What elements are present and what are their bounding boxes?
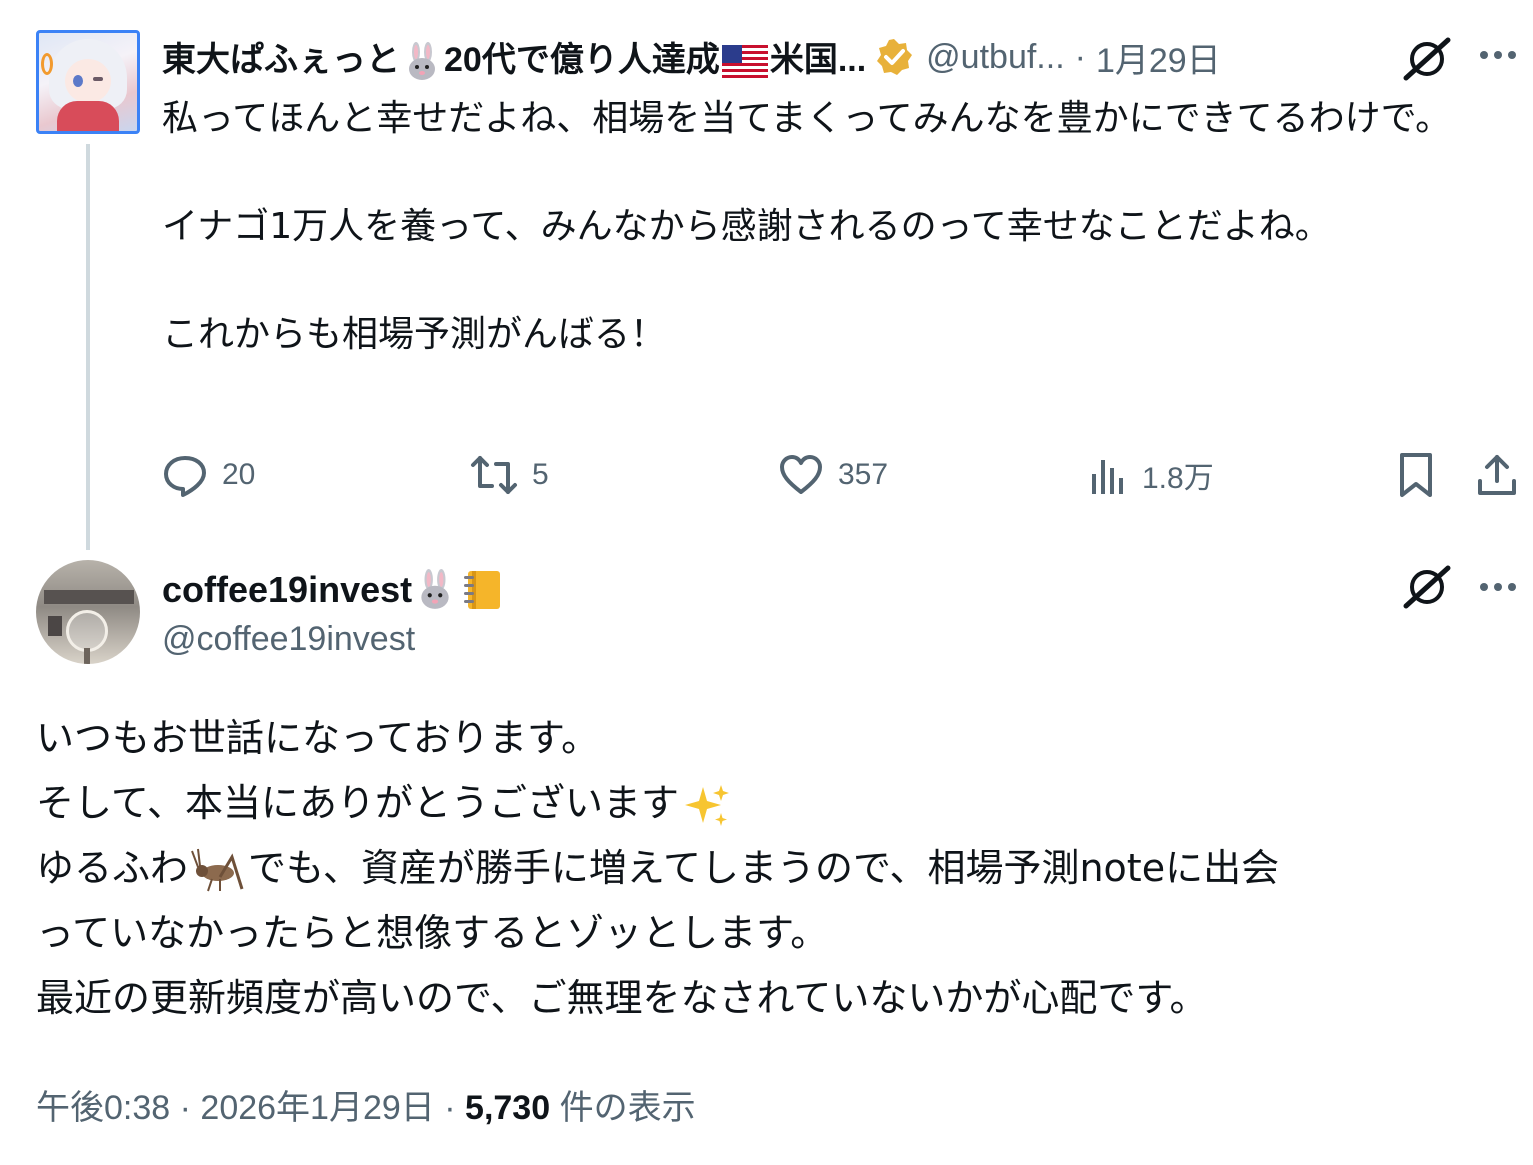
parent-name-part: 20代で億り人達成 <box>444 41 720 79</box>
us-flag-icon <box>721 45 768 80</box>
reply-line-text: そして、本当にありがとうございます <box>36 781 679 825</box>
cricket-icon <box>191 848 244 891</box>
reply-line: いつもお世話になっております。 <box>36 716 600 760</box>
rabbit-face-icon <box>409 42 435 81</box>
like-icon <box>780 455 822 494</box>
repost-icon <box>471 456 517 494</box>
meta-separator: · <box>444 1089 456 1127</box>
rabbit-face-icon <box>421 569 449 609</box>
reply-line: 最近の更新頻度が高いので、ご無理をなされていないかが心配です。 <box>36 976 1208 1020</box>
parent-paragraph <box>162 254 1512 308</box>
reply-line-text: でも、資産が勝手に増えてしまうので、相場予測noteに出会 <box>248 846 1280 890</box>
verified-badge-icon <box>874 37 914 77</box>
thread-line <box>86 144 90 550</box>
parent-name-part: 東大ぱふぇっと <box>162 41 400 79</box>
reply-tweet-text: いつもお世話になっております。 そして、本当にありがとうございます ゆるふわ でも… <box>36 706 1506 1031</box>
parent-paragraph: イナゴ1万人を養って、みんなから感謝されるのって幸せなことだよね。 <box>162 206 1331 247</box>
views-button[interactable]: 1.8万 <box>1088 448 1214 502</box>
parent-separator: · <box>1074 37 1086 76</box>
reply-date[interactable]: 2026年1月29日 <box>200 1089 434 1127</box>
reply-handle[interactable]: @coffee19invest <box>162 620 415 659</box>
like-count: 357 <box>838 458 889 491</box>
parent-paragraph <box>162 146 1512 200</box>
reply-views-label: 件の表示 <box>559 1089 696 1127</box>
reply-line: そして、本当にありがとうございます <box>36 771 1506 836</box>
parent-tweet-text: 私ってほんと幸せだよね、相場を当てまくってみんなを豊かにできてるわけで。 イナゴ… <box>162 92 1512 362</box>
reply-views-count: 5,730 <box>465 1089 551 1127</box>
grok-icon[interactable] <box>1402 36 1452 86</box>
sparkles-icon <box>684 784 729 826</box>
grok-icon[interactable] <box>1402 564 1452 614</box>
notebook-icon <box>464 571 501 609</box>
more-icon[interactable] <box>1476 572 1520 606</box>
meta-separator: · <box>179 1089 191 1127</box>
bookmark-button[interactable] <box>1396 448 1436 502</box>
parent-display-name[interactable]: 東大ぱふぇっと 20代で億り人達成 米国... <box>162 32 866 82</box>
share-icon <box>1478 455 1516 495</box>
reply-button[interactable]: 20 <box>162 448 255 502</box>
repost-button[interactable]: 5 <box>470 448 549 502</box>
views-icon <box>1092 460 1123 494</box>
reply-time[interactable]: 午後0:38 <box>36 1089 170 1127</box>
reply-line: ゆるふわ でも、資産が勝手に増えてしまうので、相場予測noteに出会 <box>36 836 1506 901</box>
more-icon[interactable] <box>1476 40 1520 74</box>
reply-meta: 午後0:38 · 2026年1月29日 · 5,730 件の表示 <box>36 1080 696 1129</box>
reply-line-text: ゆるふわ <box>36 846 189 890</box>
views-count: 1.8万 <box>1142 462 1214 495</box>
parent-paragraph: 私ってほんと幸せだよね、相場を当てまくってみんなを豊かにできてるわけで。 <box>162 98 1452 139</box>
repost-count: 5 <box>532 458 549 491</box>
reply-header: coffee19invest <box>162 566 506 614</box>
like-button[interactable]: 357 <box>778 448 888 502</box>
parent-date[interactable]: 1月29日 <box>1096 33 1221 82</box>
parent-header: 東大ぱふぇっと 20代で億り人達成 米国... @utbuf... · 1月29日 <box>162 33 1221 81</box>
bookmark-icon <box>1400 453 1432 497</box>
parent-name-part: 米国... <box>769 41 867 79</box>
reply-avatar[interactable] <box>36 560 140 664</box>
parent-handle[interactable]: @utbuf... <box>926 38 1064 77</box>
reply-line: っていなかったらと想像するとゾッとします。 <box>36 911 829 955</box>
reply-display-name[interactable]: coffee19invest <box>162 569 412 611</box>
parent-paragraph: これからも相場予測がんばる！ <box>162 314 667 355</box>
share-button[interactable] <box>1476 448 1518 502</box>
reply-count: 20 <box>222 458 256 491</box>
parent-avatar[interactable] <box>36 30 140 134</box>
reply-icon <box>164 456 206 497</box>
